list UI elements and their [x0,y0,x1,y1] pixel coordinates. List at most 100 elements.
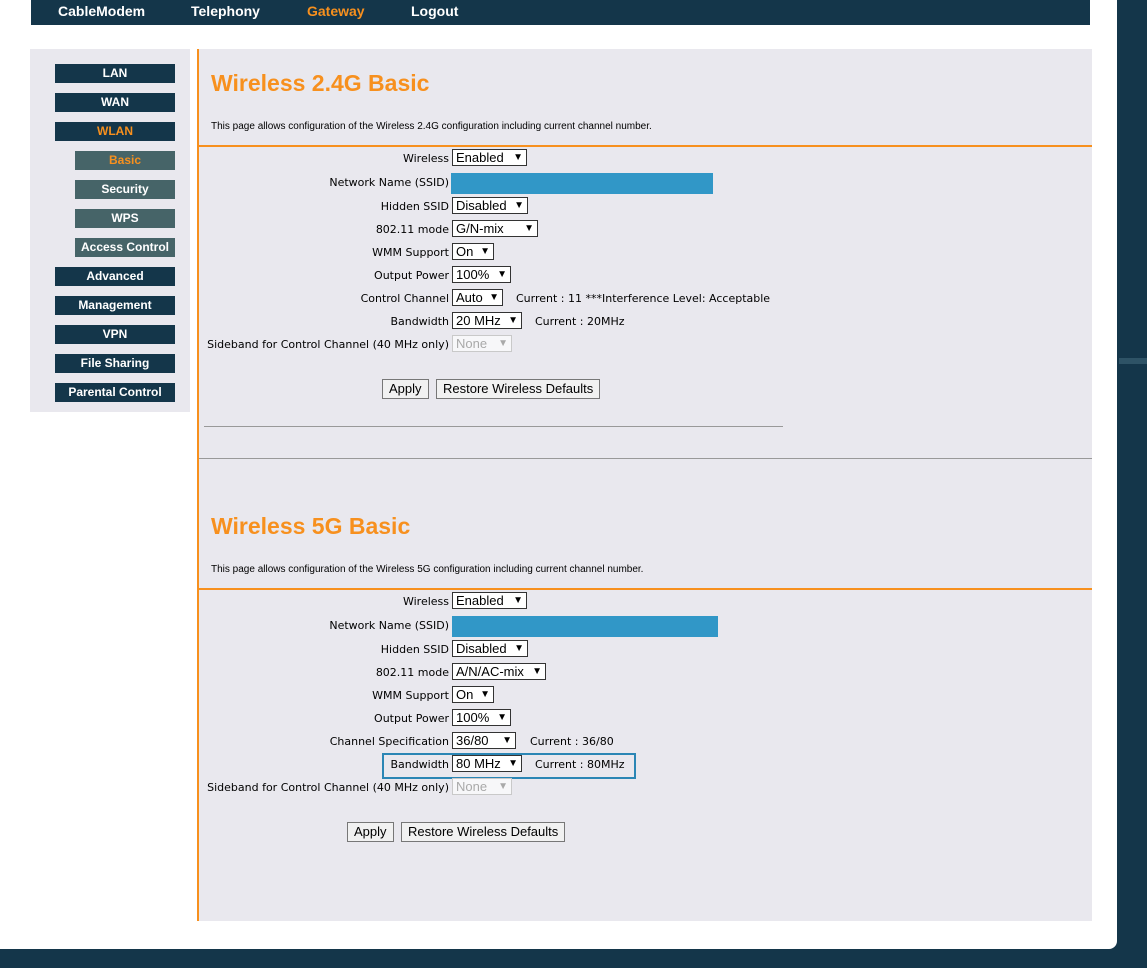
chevron-down-icon: ▼ [480,246,490,257]
select-channel-5g[interactable]: 36/80 ▼ [452,732,516,749]
chevron-down-icon: ▼ [498,781,508,792]
select-value: Disabled [456,641,507,656]
select-channel-24g[interactable]: Auto ▼ [452,289,503,306]
select-sideband-24g: None ▼ [452,335,512,352]
select-mode-5g[interactable]: A/N/AC-mix ▼ [452,663,546,680]
divider-5g [199,588,1092,590]
row-ssid-5g: Network Name (SSID) [199,615,1092,637]
select-wireless-5g[interactable]: Enabled ▼ [452,592,527,609]
select-value: 36/80 [456,733,489,748]
label-sideband-5g: Sideband for Control Channel (40 MHz onl… [207,781,449,794]
select-value: None [456,779,488,794]
row-wmm-5g: WMM Support On ▼ [199,685,1092,707]
chevron-down-icon: ▼ [502,735,512,746]
nav-cablemodem[interactable]: CableModem [58,3,145,19]
select-value: Enabled [456,593,504,608]
select-power-5g[interactable]: 100% ▼ [452,709,511,726]
nav-telephony[interactable]: Telephony [191,3,260,19]
select-value: Disabled [456,198,507,213]
label-channel-5g: Channel Specification [329,735,449,748]
label-hidden-5g: Hidden SSID [380,643,449,656]
nav-gateway[interactable]: Gateway [307,3,365,19]
select-value: A/N/AC-mix [456,664,524,679]
select-value: On [456,687,474,702]
bandwidth-highlight-box [382,753,636,779]
sidebar-item-advanced[interactable]: Advanced [55,267,175,286]
apply-button-5g[interactable]: Apply [347,822,394,842]
row-mode-24g: 802.11 mode G/N-mix ▼ [199,219,1092,241]
sidebar-item-basic[interactable]: Basic [75,151,175,170]
row-sideband-5g: Sideband for Control Channel (40 MHz onl… [199,777,1092,799]
select-mode-24g[interactable]: G/N-mix ▼ [452,220,538,237]
divider-24g [199,145,1092,147]
top-navigation: CableModem Telephony Gateway Logout [31,0,1090,25]
select-wmm-24g[interactable]: On ▼ [452,243,494,260]
row-wmm-24g: WMM Support On ▼ [199,242,1092,264]
chevron-down-icon: ▼ [480,689,490,700]
chevron-down-icon: ▼ [524,223,534,234]
label-channel-24g: Control Channel [360,292,449,305]
select-wireless-24g[interactable]: Enabled ▼ [452,149,527,166]
sidebar-item-security[interactable]: Security [75,180,175,199]
sidebar-item-wps[interactable]: WPS [75,209,175,228]
page-title-24g: Wireless 2.4G Basic [211,70,430,96]
chevron-down-icon: ▼ [513,595,523,606]
description-5g: This page allows configuration of the Wi… [211,564,644,575]
select-value: Enabled [456,150,504,165]
scroll-track-marker [1119,358,1147,364]
select-value: On [456,244,474,259]
chevron-down-icon: ▼ [498,338,508,349]
row-channel-5g: Channel Specification 36/80 ▼ Current : 3… [199,731,1092,753]
select-value: 20 MHz [456,313,501,328]
select-value: 100% [456,710,490,725]
row-channel-24g: Control Channel Auto ▼ Current : 11 ***In… [199,288,1092,310]
sidebar-item-wlan[interactable]: WLAN [55,122,175,141]
label-ssid-24g: Network Name (SSID) [329,176,449,189]
row-mode-5g: 802.11 mode A/N/AC-mix ▼ [199,662,1092,684]
label-wmm-24g: WMM Support [372,246,449,259]
apply-button-24g[interactable]: Apply [382,379,429,399]
current-channel-5g: Current : 36/80 [530,735,614,748]
select-hidden-24g[interactable]: Disabled ▼ [452,197,528,214]
chevron-down-icon: ▼ [497,712,507,723]
select-value: 100% [456,267,490,282]
sidebar-item-management[interactable]: Management [55,296,175,315]
row-bandwidth-5g: Bandwidth 80 MHz ▼ Current : 80MHz [199,754,1092,776]
row-wireless-5g: Wireless Enabled ▼ [199,591,1092,613]
label-mode-24g: 802.11 mode [375,223,449,236]
chevron-down-icon: ▼ [489,292,499,303]
nav-logout[interactable]: Logout [411,3,458,19]
ssid-input-24g[interactable] [451,173,713,194]
description-24g: This page allows configuration of the Wi… [211,121,652,132]
select-sideband-5g: None ▼ [452,778,512,795]
sidebar-item-wan[interactable]: WAN [55,93,175,112]
label-sideband-24g: Sideband for Control Channel (40 MHz onl… [207,338,449,351]
select-wmm-5g[interactable]: On ▼ [452,686,494,703]
chevron-down-icon: ▼ [513,152,523,163]
label-wireless-24g: Wireless [402,152,449,165]
sidebar-item-access-control[interactable]: Access Control [75,238,175,257]
sidebar-item-lan[interactable]: LAN [55,64,175,83]
select-value: G/N-mix [456,221,504,236]
label-ssid-5g: Network Name (SSID) [329,619,449,632]
label-power-5g: Output Power [374,712,449,725]
chevron-down-icon: ▼ [514,200,524,211]
label-wireless-5g: Wireless [402,595,449,608]
label-mode-5g: 802.11 mode [375,666,449,679]
restore-defaults-button-5g[interactable]: Restore Wireless Defaults [401,822,566,842]
sidebar-item-parental-control[interactable]: Parental Control [55,383,175,402]
page-title-5g: Wireless 5G Basic [211,513,411,539]
restore-defaults-button-24g[interactable]: Restore Wireless Defaults [436,379,601,399]
select-hidden-5g[interactable]: Disabled ▼ [452,640,528,657]
ssid-input-5g[interactable] [452,616,718,637]
separator-full [199,458,1092,459]
select-power-24g[interactable]: 100% ▼ [452,266,511,283]
row-power-5g: Output Power 100% ▼ [199,708,1092,730]
select-value: Auto [456,290,483,305]
row-sideband-24g: Sideband for Control Channel (40 MHz onl… [199,334,1092,356]
current-channel-24g: Current : 11 ***Interference Level: Acce… [516,292,771,305]
select-bandwidth-24g[interactable]: 20 MHz ▼ [452,312,522,329]
sidebar-item-file-sharing[interactable]: File Sharing [55,354,175,373]
row-ssid-24g: Network Name (SSID) [199,172,1092,194]
sidebar-item-vpn[interactable]: VPN [55,325,175,344]
